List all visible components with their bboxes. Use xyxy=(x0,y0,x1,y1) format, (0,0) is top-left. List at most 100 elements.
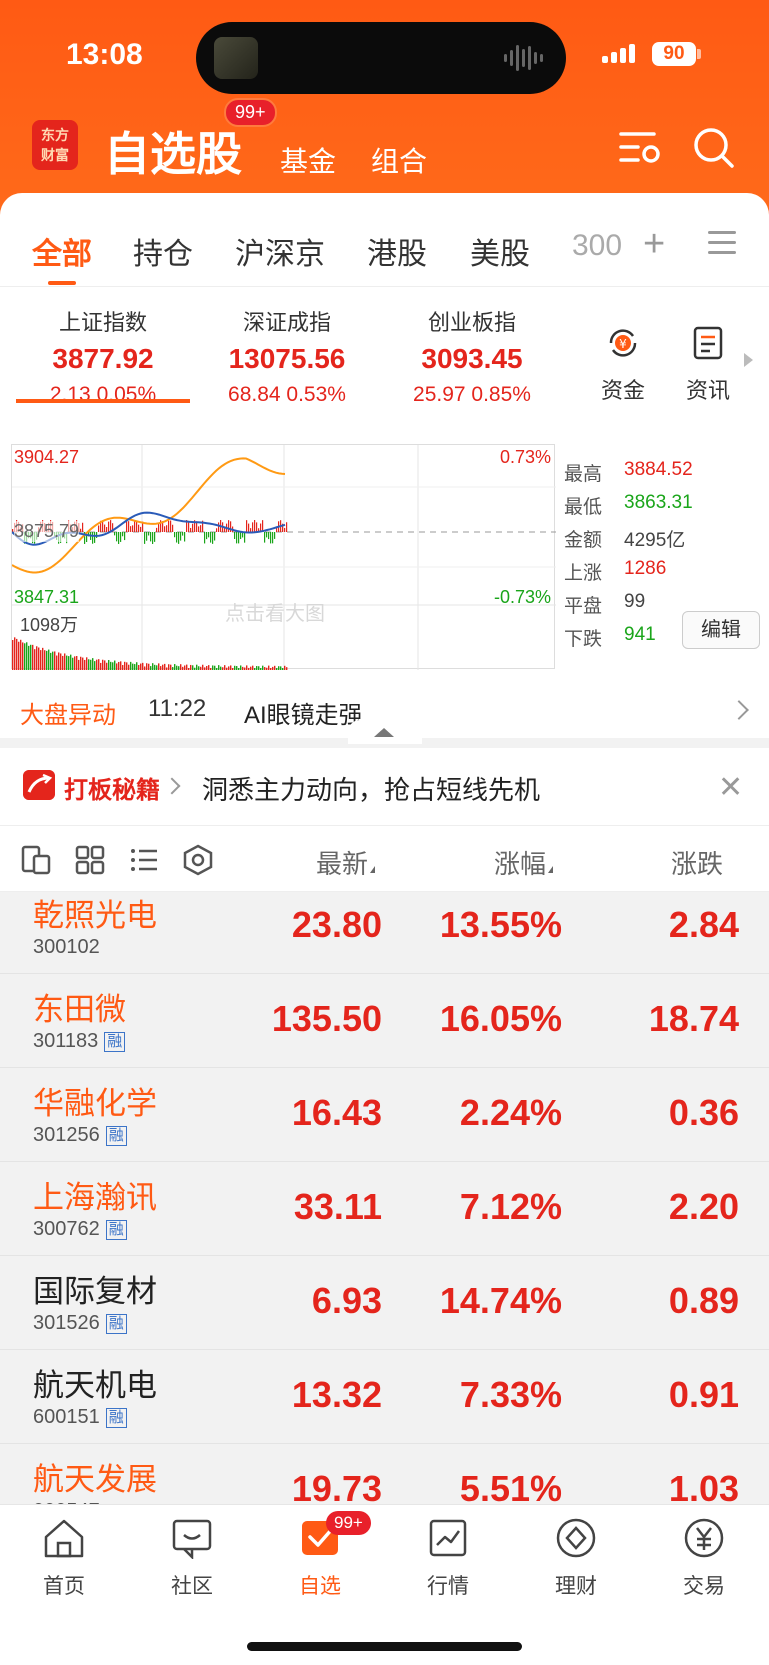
volume-bar xyxy=(110,661,112,670)
volume-bar xyxy=(40,650,42,670)
close-icon[interactable]: ✕ xyxy=(718,770,743,805)
tab-us[interactable]: 美股 xyxy=(470,229,530,273)
stock-row[interactable]: 乾照光电 300102 23.80 13.55% 2.84 xyxy=(0,892,769,974)
index-change: 68.84 0.53% xyxy=(228,383,346,406)
volume-bar xyxy=(250,666,252,670)
battery-icon: 90 xyxy=(652,42,696,66)
index-chinext[interactable]: 创业板指 3093.45 25.97 0.85% xyxy=(382,305,562,407)
diff-bar xyxy=(218,522,220,532)
volume-bar xyxy=(210,668,212,670)
stock-row[interactable]: 国际复材 301526 融 6.93 14.74% 0.89 xyxy=(0,1256,769,1350)
volume-bar xyxy=(162,664,164,670)
stock-code-text: 300102 xyxy=(33,936,100,958)
volume-bar xyxy=(242,666,244,670)
list-view-icon[interactable] xyxy=(128,844,160,876)
stock-row[interactable]: 东田微 301183 融 135.50 16.05% 18.74 xyxy=(0,974,769,1068)
promo-banner[interactable]: 打板秘籍 洞悉主力动向，抢占短线先机 ✕ xyxy=(0,748,769,826)
stock-row[interactable]: 航天发展 000547 19.73 5.51% 1.03 xyxy=(0,1444,769,1504)
tab-all[interactable]: 全部 xyxy=(32,229,92,273)
col-latest[interactable]: 最新 xyxy=(316,844,376,881)
edit-button[interactable]: 编辑 xyxy=(682,611,760,649)
col-pct[interactable]: 涨幅 xyxy=(494,844,554,881)
volume-bar xyxy=(80,656,82,670)
tab-menu-icon[interactable] xyxy=(708,231,736,255)
stock-code: 300762 融 xyxy=(33,1218,127,1241)
diff-bar xyxy=(98,525,100,532)
tab-holdings[interactable]: 持仓 xyxy=(133,229,193,273)
index-sse[interactable]: 上证指数 3877.92 2.13 0.05% xyxy=(13,305,193,407)
diff-bar xyxy=(114,532,116,536)
volume-bar xyxy=(236,666,238,670)
diff-bar xyxy=(108,521,110,532)
search-icon[interactable] xyxy=(692,126,736,170)
nav-combo[interactable]: 组合 xyxy=(371,140,427,180)
now-playing-thumbnail xyxy=(214,37,258,79)
transfer-icon[interactable] xyxy=(20,844,52,876)
filter-hex-icon[interactable] xyxy=(182,844,214,876)
diff-bar xyxy=(80,528,82,532)
diff-bar xyxy=(244,532,246,543)
collapse-up-icon xyxy=(374,728,394,737)
stock-row[interactable]: 华融化学 301256 融 16.43 2.24% 0.36 xyxy=(0,1068,769,1162)
more-arrow-icon[interactable] xyxy=(744,353,753,367)
status-time: 13:08 xyxy=(66,38,143,71)
tabbar-badge: 99+ xyxy=(326,1511,371,1535)
diff-bar xyxy=(146,532,148,541)
add-tab-button[interactable]: + xyxy=(643,223,665,266)
grid-icon[interactable] xyxy=(74,844,106,876)
volume-bar xyxy=(34,649,36,670)
watchlist-tabs: 全部 持仓 沪深京 港股 美股 300 + xyxy=(0,193,769,287)
tabbar-community[interactable]: 社区 xyxy=(142,1517,242,1600)
diff-bar xyxy=(252,522,254,532)
page-title[interactable]: 自选股 xyxy=(104,118,242,184)
news-button[interactable]: 资讯 xyxy=(678,325,738,405)
nav-fund[interactable]: 基金 xyxy=(280,140,336,180)
logo-line2: 财富 xyxy=(41,147,69,163)
stat-low: 最低 3863.31 xyxy=(564,492,764,525)
stock-code: 301183 融 xyxy=(33,1030,126,1053)
logo-line1: 东方 xyxy=(41,127,69,143)
volume-bar xyxy=(286,667,288,670)
diff-bar xyxy=(198,526,200,532)
home-icon xyxy=(44,1519,84,1558)
tab-a-shares[interactable]: 沪深京 xyxy=(235,229,325,273)
stock-row[interactable]: 上海瀚讯 300762 融 33.11 7.12% 2.20 xyxy=(0,1162,769,1256)
diff-bar xyxy=(140,526,142,532)
volume-bar xyxy=(256,666,258,670)
funds-button[interactable]: ¥ 资金 xyxy=(593,325,653,405)
margin-badge: 融 xyxy=(105,1314,127,1334)
diff-bar xyxy=(166,525,168,532)
battery-tip xyxy=(697,49,701,59)
signal-icon xyxy=(602,44,635,63)
volume-bar xyxy=(186,664,188,670)
volume-bar xyxy=(178,666,180,670)
tabbar-market[interactable]: 行情 xyxy=(398,1517,498,1600)
tabbar-trade[interactable]: 交易 xyxy=(654,1517,754,1600)
tab-hk[interactable]: 港股 xyxy=(367,229,427,273)
stat-high: 最高 3884.52 xyxy=(564,459,764,492)
volume-bar xyxy=(214,665,216,670)
volume-bar xyxy=(168,664,170,670)
col-change[interactable]: 涨跌 xyxy=(671,844,723,881)
diff-bar xyxy=(106,527,108,532)
tabbar-label: 行情 xyxy=(427,1575,469,1598)
tab-300[interactable]: 300 xyxy=(572,229,622,263)
volume-bar xyxy=(234,665,236,670)
index-szse[interactable]: 深证成指 13075.56 68.84 0.53% xyxy=(197,305,377,407)
stock-pct: 7.12% xyxy=(459,1186,562,1227)
app-logo[interactable]: 东方 财富 xyxy=(32,120,78,170)
list-settings-icon[interactable] xyxy=(618,128,662,168)
stock-row[interactable]: 航天机电 600151 融 13.32 7.33% 0.91 xyxy=(0,1350,769,1444)
volume-bar xyxy=(124,661,126,670)
volume-bar xyxy=(46,650,48,670)
diff-bar xyxy=(152,532,154,544)
tabbar-wealth[interactable]: 理财 xyxy=(526,1517,626,1600)
promo-text: 洞悉主力动向，抢占短线先机 xyxy=(202,775,541,805)
volume-bar xyxy=(240,665,242,670)
index-price: 3877.92 xyxy=(52,343,154,374)
volume-bar xyxy=(232,668,234,670)
intraday-chart[interactable]: 3904.27 0.73% 3875.79 3847.31 -0.73% 109… xyxy=(11,444,556,670)
tabbar-home[interactable]: 首页 xyxy=(14,1517,114,1600)
index-change: 25.97 0.85% xyxy=(413,383,531,406)
volume-bar xyxy=(54,651,56,670)
